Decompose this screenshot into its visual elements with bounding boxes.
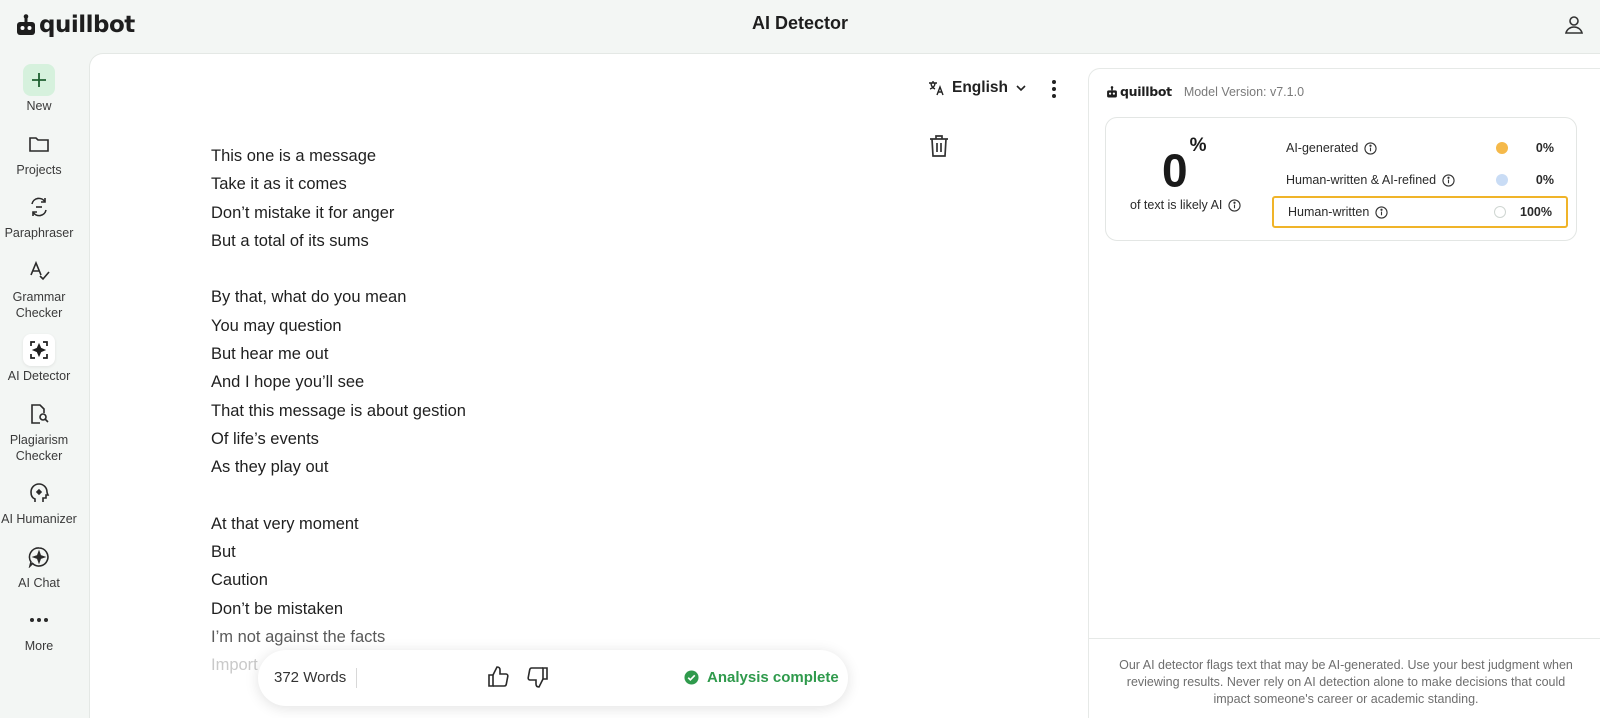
category-name: AI-generated [1286, 141, 1359, 155]
info-icon[interactable] [1228, 198, 1242, 212]
divider [356, 668, 357, 688]
category-label: Human-written & AI-refined [1272, 173, 1455, 187]
text-line: Don’t mistake it for anger [211, 203, 395, 222]
text-line: And I hope you’ll see [211, 373, 365, 392]
sidebar-item-paraphraser[interactable]: Paraphraser [0, 191, 78, 241]
category-value: 100% [1520, 205, 1552, 219]
sidebar-item-label: Plagiarism Checker [9, 433, 69, 463]
text-editor[interactable]: English This one is a message Take it as … [90, 54, 1088, 718]
sidebar-item-label: AI Chat [18, 576, 60, 590]
text-line: At that very moment [211, 514, 359, 533]
text-line: Take it as it comes [211, 175, 347, 194]
language-label: English [952, 79, 1008, 96]
humanizer-icon [23, 477, 55, 509]
analysis-status: Analysis complete [684, 669, 839, 686]
page-title: AI Detector [751, 13, 849, 33]
ai-detector-icon [23, 334, 55, 366]
ai-score-unit: % [1189, 135, 1207, 156]
plagiarism-icon [23, 398, 55, 430]
check-circle-icon [684, 670, 699, 685]
text-line: As they play out [211, 458, 329, 477]
model-version: Model Version: v7.1.0 [1183, 84, 1305, 99]
translate-icon [929, 81, 944, 96]
info-icon[interactable] [1375, 205, 1388, 219]
ai-generated-dot [1496, 142, 1508, 154]
text-line: I’m not against the facts [211, 628, 386, 647]
sidebar-item-ai-chat[interactable]: AI Chat [0, 541, 78, 591]
more-icon [23, 604, 55, 636]
sidebar-item-label: Grammar Checker [12, 290, 66, 320]
top-bar: quillbot AI Detector [0, 0, 1600, 52]
text-line: By that, what do you mean [211, 288, 407, 307]
text-line: Don’t be mistaken [211, 599, 344, 618]
main-panel: English This one is a message Take it as … [89, 53, 1600, 718]
plus-icon [23, 64, 55, 96]
status-text: Analysis complete [707, 669, 839, 686]
category-human-ai-refined: Human-written & AI-refined 0% [1272, 164, 1568, 196]
more-options-icon[interactable] [1050, 79, 1058, 99]
trash-icon[interactable] [928, 134, 950, 158]
sidebar-item-label: AI Humanizer [1, 512, 77, 526]
thumbs-down-icon[interactable] [526, 665, 550, 689]
category-label: Human-written [1274, 205, 1388, 219]
text-line: That this message is about gestion [211, 401, 466, 420]
sidebar-item-label: More [24, 639, 54, 653]
results-header: quillbot Model Version: v7.1.0 [1106, 84, 1304, 99]
sidebar-item-label: Projects [16, 163, 62, 177]
info-icon[interactable] [1442, 173, 1455, 187]
category-name: Human-written [1288, 205, 1370, 219]
user-account-icon[interactable] [1562, 13, 1586, 37]
small-logo-text: quillbot [1120, 84, 1172, 99]
text-line: You may question [211, 316, 342, 335]
category-value: 0% [1535, 141, 1554, 155]
quillbot-logo-icon [1107, 85, 1117, 97]
text-line: But hear me out [211, 345, 329, 364]
text-line: Caution [211, 571, 268, 590]
sidebar-item-projects[interactable]: Projects [0, 128, 78, 178]
word-count: 372 Words [274, 669, 347, 686]
category-name: Human-written & AI-refined [1286, 173, 1437, 187]
input-text[interactable]: This one is a message Take it as it comes… [211, 142, 811, 680]
grammar-check-icon [23, 255, 55, 287]
divider [1089, 638, 1600, 639]
sidebar-item-new[interactable]: New [0, 64, 78, 114]
ai-score: 0% [1162, 135, 1207, 197]
chevron-down-icon [1016, 84, 1026, 91]
score-card: 0% of text is likely AI AI-generated 0% … [1105, 117, 1577, 241]
score-caption: of text is likely AI [1130, 198, 1242, 212]
sidebar-item-ai-humanizer[interactable]: AI Humanizer [0, 477, 78, 527]
ai-score-value: 0 [1162, 144, 1188, 197]
folder-icon [23, 128, 55, 160]
disclaimer-text: Our AI detector flags text that may be A… [1119, 658, 1573, 706]
sidebar-item-label: AI Detector [7, 369, 71, 383]
text-line: But [211, 543, 236, 562]
sidebar-item-grammar-checker[interactable]: Grammar Checker [0, 255, 78, 321]
paraphrase-icon [23, 191, 55, 223]
info-icon[interactable] [1364, 141, 1377, 155]
category-ai-generated: AI-generated 0% [1272, 132, 1568, 164]
chat-icon [23, 541, 55, 573]
editor-status-bar: 372 Words Analysis complete [258, 650, 848, 706]
category-label: AI-generated [1272, 141, 1377, 155]
human-ai-refined-dot [1496, 174, 1508, 186]
results-panel: quillbot Model Version: v7.1.0 0% of tex… [1088, 68, 1600, 718]
sidebar-item-plagiarism-checker[interactable]: Plagiarism Checker [0, 398, 78, 464]
quillbot-small-logo: quillbot [1106, 84, 1172, 99]
text-line: This one is a message [211, 147, 377, 165]
category-value: 0% [1535, 173, 1554, 187]
sidebar-item-label: New [26, 99, 52, 113]
text-line: Of life’s events [211, 429, 319, 448]
language-selector[interactable]: English [928, 79, 1026, 97]
human-written-dot [1494, 206, 1506, 218]
thumbs-up-icon[interactable] [486, 665, 510, 689]
score-caption-text: of text is likely AI [1130, 198, 1223, 212]
sidebar-item-label: Paraphraser [4, 226, 74, 240]
text-line: But a total of its sums [211, 231, 369, 250]
category-human-written: Human-written 100% [1272, 196, 1568, 228]
sidebar-item-ai-detector[interactable]: AI Detector [0, 334, 78, 384]
sidebar-item-more[interactable]: More [0, 604, 78, 654]
